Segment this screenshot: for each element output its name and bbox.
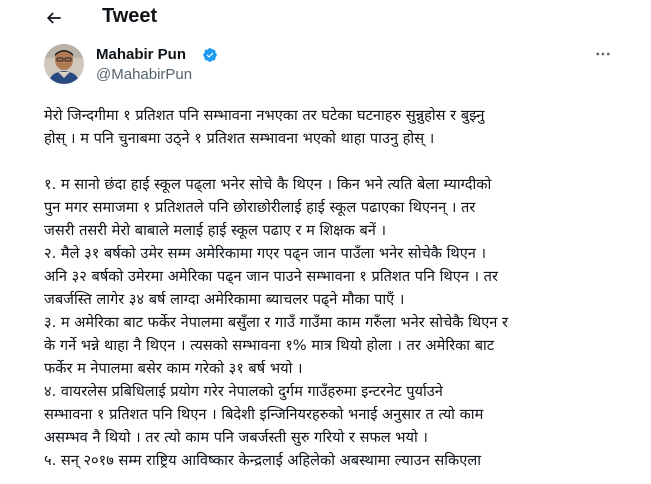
tweet-line: ३. म अमेरिका बाट फर्केर नेपालमा बसुँला र…	[44, 314, 508, 331]
tweet-line: असम्भव नै थियो । तर त्यो काम पनि जबर्जस्…	[44, 429, 428, 446]
more-horizontal-icon	[596, 52, 610, 56]
tweet-line: २. मैले ३१ बर्षको उमेर सम्म अमेरिकामा गए…	[44, 245, 487, 262]
arrow-left-icon	[46, 12, 61, 24]
tweet-line: सम्भावना १ प्रतिशत पनि थिएन । बिदेशी इन्…	[44, 406, 484, 423]
page-title: Tweet	[102, 5, 158, 27]
verified-badge-icon	[203, 48, 217, 62]
author-handle[interactable]: @MahabirPun	[96, 66, 192, 83]
tweet-line: के गर्ने भन्ने थाहा नै थिएन । त्यसको सम्…	[44, 337, 495, 354]
tweet-line: ४. वायरलेस प्रबिधिलाई प्रयोग गरेर नेपालक…	[44, 383, 443, 400]
tweet-line: जबर्जस्ति लागेर ३४ बर्ष लाग्दा अमेरिकामा…	[44, 291, 405, 308]
tweet-line: अनि ३२ बर्षको उमेरमा अमेरिका पढ्न जान पा…	[44, 268, 498, 285]
tweet-line: १. म सानो छंदा हाई स्कूल पढ्ला भनेर सोचे…	[44, 176, 492, 193]
author-name[interactable]: Mahabir Pun	[96, 46, 186, 63]
back-button[interactable]	[40, 4, 68, 32]
tweet-line: ५. सन् २०१७ सम्म राष्ट्रिय आविष्कार केन्…	[44, 452, 481, 469]
tweet-line: फर्केर म नेपालमा बसेर काम गरेको ३१ बर्ष …	[44, 360, 303, 377]
more-options-button[interactable]	[592, 44, 614, 64]
tweet-text: मेरो जिन्दगीमा १ प्रतिशत पनि सम्भावना नभ…	[44, 104, 624, 472]
tweet-line: होस् । म पनि चुनाबमा उठ्ने १ प्रतिशत सम्…	[44, 130, 435, 147]
tweet-line: जसरी तसरी मेरो बाबाले मलाई हाई स्कूल पढा…	[44, 222, 387, 239]
tweet-header: Tweet	[0, 0, 651, 36]
tweet-line: मेरो जिन्दगीमा १ प्रतिशत पनि सम्भावना नभ…	[44, 107, 485, 124]
tweet-line: पुन मगर समाजमा १ प्रतिशतले पनि छोराछोरील…	[44, 199, 476, 216]
avatar[interactable]	[44, 44, 84, 84]
author-row: Mahabir Pun @MahabirPun	[44, 44, 614, 88]
avatar-image	[44, 44, 84, 84]
